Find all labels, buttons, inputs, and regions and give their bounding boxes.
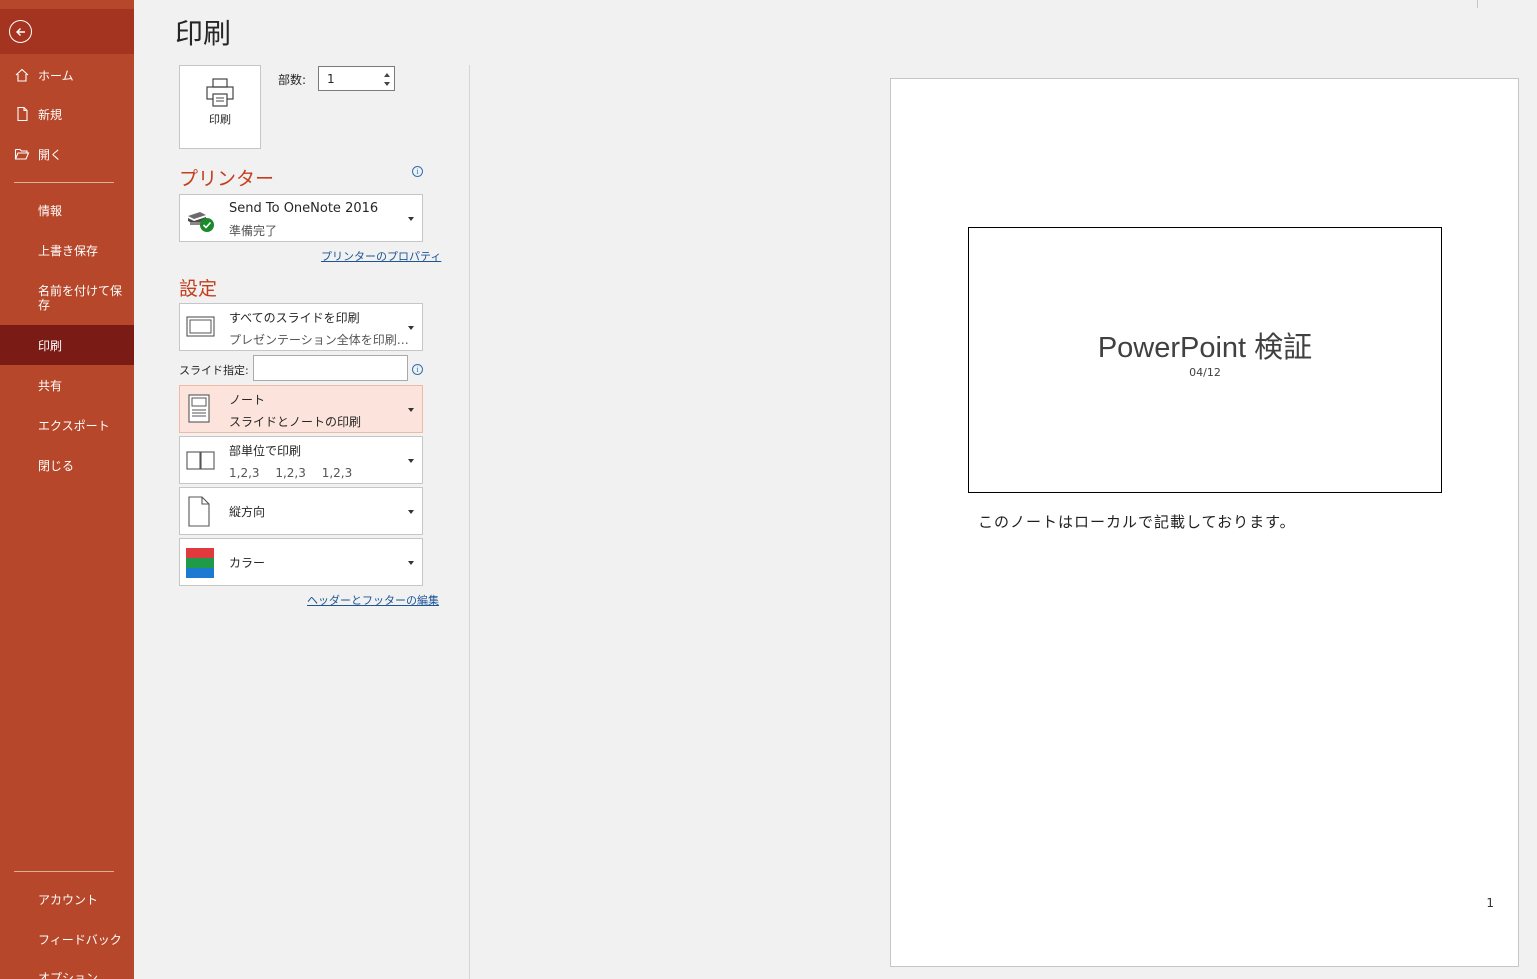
sidebar-item-feedback[interactable]: フィードバック xyxy=(0,919,134,959)
page-number: 1 xyxy=(1486,896,1494,910)
print-layout-sub: スライドとノートの印刷 xyxy=(229,415,362,429)
backstage-sidebar: ホーム 新規 開く 情報 上書き保存 名前を付けて保存 印刷 共有 エクスポート… xyxy=(0,0,134,979)
slide-thumbnail: PowerPoint 検証 04/12 xyxy=(968,227,1442,493)
stepper-up-icon[interactable] xyxy=(384,73,390,77)
notes-page-icon xyxy=(188,394,210,423)
sidebar-item-label: 名前を付けて保存 xyxy=(38,284,123,312)
printer-name: Send To OneNote 2016 xyxy=(229,201,379,216)
chevron-down-icon xyxy=(408,510,414,514)
chevron-down-icon xyxy=(408,326,414,330)
slide-title: PowerPoint 検証 xyxy=(1097,332,1313,364)
printer-ready-icon xyxy=(188,212,214,232)
print-button-label: 印刷 xyxy=(209,113,231,126)
header-footer-link[interactable]: ヘッダーとフッターの編集 xyxy=(307,592,439,608)
printer-properties-link[interactable]: プリンターのプロパティ xyxy=(321,248,441,264)
collate-sub: 1,2,3 1,2,3 1,2,3 xyxy=(229,466,353,480)
print-range-sub: プレゼンテーション全体を印刷… xyxy=(229,333,409,347)
collated-icon xyxy=(186,451,215,470)
printer-icon xyxy=(206,78,234,107)
sidebar-item-label: 開く xyxy=(38,147,63,162)
collate-main: 部単位で印刷 xyxy=(229,444,302,458)
chevron-down-icon xyxy=(408,408,414,412)
stepper-down-icon[interactable] xyxy=(384,82,390,86)
sidebar-item-new[interactable]: 新規 xyxy=(0,94,134,134)
slide-subtitle: 04/12 xyxy=(1189,366,1221,379)
sidebar-item-info[interactable]: 情報 xyxy=(0,190,134,230)
home-icon xyxy=(15,68,29,82)
sidebar-item-close[interactable]: 閉じる xyxy=(0,445,134,485)
sidebar-item-label: 情報 xyxy=(38,203,63,218)
chevron-down-icon xyxy=(408,459,414,463)
slide-spec-label: スライド指定: xyxy=(179,364,249,377)
color-main: カラー xyxy=(229,556,266,570)
printer-dropdown[interactable]: Send To OneNote 2016 準備完了 xyxy=(179,194,423,242)
sidebar-item-options[interactable]: オプション xyxy=(0,959,134,979)
color-dropdown[interactable]: カラー xyxy=(179,538,423,586)
slide-spec-info-icon[interactable]: i xyxy=(412,364,423,375)
sidebar-item-label: エクスポート xyxy=(38,418,110,433)
chevron-down-icon xyxy=(408,561,414,565)
chevron-down-icon xyxy=(408,217,414,221)
copies-stepper[interactable]: 1 xyxy=(318,66,395,91)
sidebar-item-label: 閉じる xyxy=(38,458,75,473)
sidebar-item-label: 共有 xyxy=(38,378,63,393)
print-layout-main: ノート xyxy=(229,393,266,407)
sidebar-item-label: フィードバック xyxy=(38,932,122,947)
sidebar-item-share[interactable]: 共有 xyxy=(0,365,134,405)
print-preview-page: PowerPoint 検証 04/12 このノートはローカルで記載しております。… xyxy=(890,78,1519,967)
sidebar-item-label: 新規 xyxy=(38,107,63,122)
sidebar-item-account[interactable]: アカウント xyxy=(0,879,134,919)
sidebar-item-label: アカウント xyxy=(38,892,99,907)
sidebar-item-print[interactable]: 印刷 xyxy=(0,325,134,365)
panel-divider xyxy=(469,65,470,979)
back-button[interactable] xyxy=(0,9,134,54)
sidebar-item-save[interactable]: 上書き保存 xyxy=(0,230,134,270)
copies-value: 1 xyxy=(327,72,335,86)
portrait-page-icon xyxy=(188,496,210,527)
color-swatch-icon xyxy=(186,548,214,578)
notes-text: このノートはローカルで記載しております。 xyxy=(978,513,1296,531)
print-button[interactable]: 印刷 xyxy=(179,65,261,149)
arrow-left-icon xyxy=(16,28,25,36)
sidebar-item-home[interactable]: ホーム xyxy=(0,55,134,95)
print-layout-dropdown[interactable]: ノート スライドとノートの印刷 xyxy=(179,385,423,433)
folder-open-icon xyxy=(14,148,30,160)
slides-icon xyxy=(186,316,215,337)
window-edge-mark xyxy=(1477,0,1478,8)
printer-section-title: プリンター xyxy=(179,168,275,190)
sidebar-item-open[interactable]: 開く xyxy=(0,134,134,174)
orientation-dropdown[interactable]: 縦方向 xyxy=(179,487,423,535)
slide-spec-input[interactable] xyxy=(253,355,408,381)
sidebar-item-label: ホーム xyxy=(38,68,74,83)
collate-dropdown[interactable]: 部単位で印刷 1,2,3 1,2,3 1,2,3 xyxy=(179,436,423,484)
sidebar-divider xyxy=(14,871,114,872)
print-range-dropdown[interactable]: すべてのスライドを印刷 プレゼンテーション全体を印刷… xyxy=(179,303,423,351)
sidebar-divider xyxy=(14,182,114,183)
copies-label: 部数: xyxy=(278,73,307,87)
sidebar-item-label: オプション xyxy=(38,971,99,979)
sidebar-item-export[interactable]: エクスポート xyxy=(0,405,134,445)
print-range-main: すべてのスライドを印刷 xyxy=(229,311,360,325)
printer-info-icon[interactable]: i xyxy=(412,166,423,177)
printer-status: 準備完了 xyxy=(229,224,278,238)
new-document-icon xyxy=(17,106,28,122)
sidebar-item-label: 印刷 xyxy=(38,338,63,353)
orientation-main: 縦方向 xyxy=(229,505,266,519)
settings-section-title: 設定 xyxy=(179,278,218,300)
page-title: 印刷 xyxy=(175,17,232,50)
sidebar-item-label: 上書き保存 xyxy=(38,243,99,258)
sidebar-item-save-as[interactable]: 名前を付けて保存 xyxy=(0,277,134,319)
